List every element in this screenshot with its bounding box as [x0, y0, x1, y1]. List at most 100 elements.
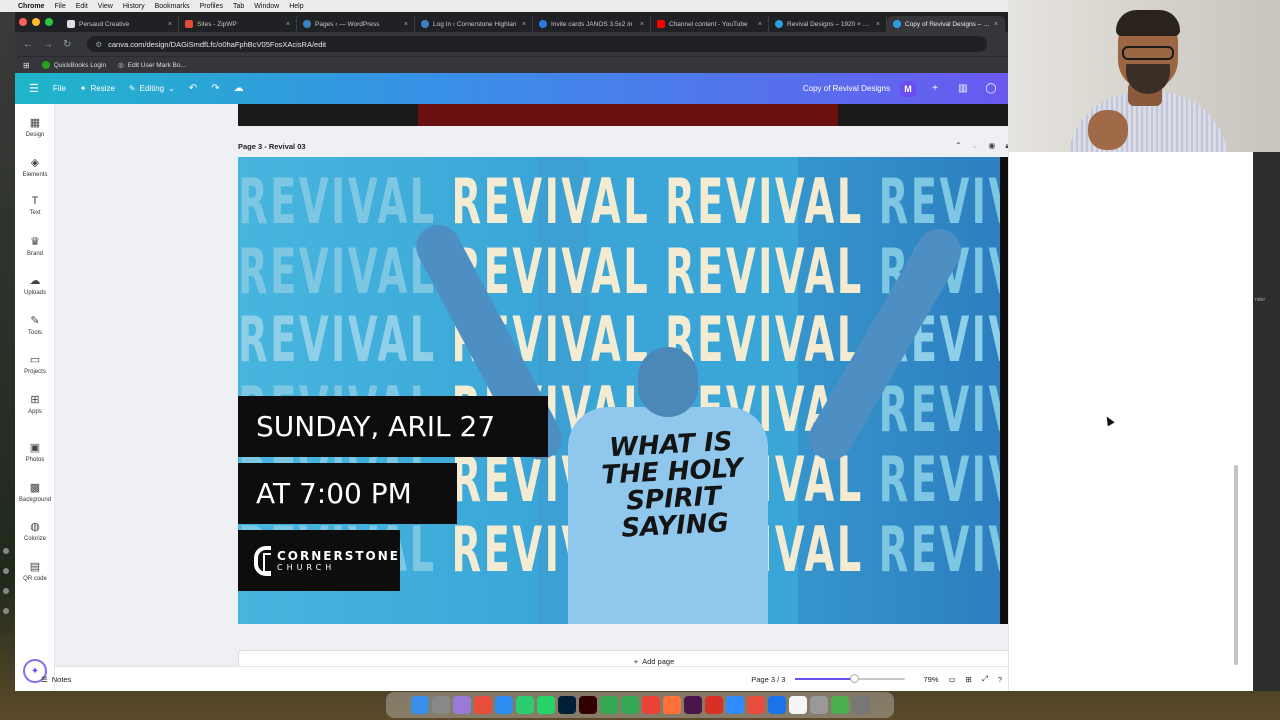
menubar-tab[interactable]: Tab — [233, 3, 244, 10]
illustrator-icon[interactable] — [578, 696, 597, 714]
canvas-workspace[interactable]: Page 3 - Revival 03 ⌃ ⌄ ◉ 🔒︎ REVIVAL REVI… — [55, 104, 1008, 666]
close-tab-icon[interactable]: × — [758, 21, 762, 28]
resize-button[interactable]: ✦ Resize — [80, 84, 115, 93]
menubar-history[interactable]: History — [123, 3, 145, 10]
document-title[interactable]: Copy of Revival Designs — [803, 84, 890, 93]
apps-grid-icon[interactable]: ⊞ — [23, 61, 30, 70]
sidebar-item-uploads[interactable]: ☁ Uploads — [15, 274, 55, 296]
avatar[interactable]: M — [900, 80, 916, 97]
event-time-box[interactable]: AT 7:00 PM — [238, 463, 457, 524]
messages-icon[interactable] — [515, 696, 534, 714]
sidebar-item-design[interactable]: ▦ Design — [15, 116, 55, 138]
editing-mode-button[interactable]: ✎ Editing ⌄ — [129, 84, 175, 93]
back-icon[interactable]: ← — [23, 39, 33, 50]
app-icon[interactable] — [599, 696, 618, 714]
launchpad-icon[interactable] — [452, 696, 471, 714]
close-tab-icon[interactable]: × — [876, 21, 880, 28]
page-title[interactable]: Page 3 - Revival 03 — [238, 142, 306, 151]
add-page-button[interactable]: + Add page — [238, 650, 1008, 666]
close-tab-icon[interactable]: × — [286, 21, 290, 28]
event-date-box[interactable]: SUNDAY, ARIL 27 — [238, 396, 548, 457]
chrome-icon[interactable] — [641, 696, 660, 714]
app-icon[interactable] — [494, 696, 513, 714]
site-info-icon[interactable]: ⚙ — [95, 40, 102, 49]
browser-tab[interactable]: Persaud Creative × — [61, 16, 179, 32]
sidebar-item-background[interactable]: ▩ Background — [15, 481, 55, 503]
app-rail-icon[interactable] — [3, 588, 9, 594]
app-icon[interactable] — [809, 696, 828, 714]
trash-icon[interactable] — [851, 696, 870, 714]
whatsapp-icon[interactable] — [536, 696, 555, 714]
notes-view-icon[interactable]: ▭ — [948, 675, 955, 684]
shirt-slogan[interactable]: WHAT IS THE HOLY SPIRIT SAYING — [595, 427, 750, 544]
browser-tab[interactable]: Pages ‹ — WordPress × — [297, 16, 415, 32]
comments-icon[interactable]: ◯ — [982, 80, 1000, 98]
browser-tab[interactable]: Sites - ZipWP × — [179, 16, 297, 32]
menubar-edit[interactable]: Edit — [76, 3, 88, 10]
calendar-icon[interactable] — [473, 696, 492, 714]
app-icon[interactable] — [746, 696, 765, 714]
sidebar-item-tools[interactable]: ✎ Tools — [15, 314, 55, 336]
grid-view-icon[interactable]: ⊞ — [966, 675, 972, 684]
sidebar-item-apps[interactable]: ⊞ Apps — [15, 393, 55, 415]
menubar-profiles[interactable]: Profiles — [200, 3, 223, 10]
zoom-level[interactable]: 79% — [923, 675, 938, 684]
close-tab-icon[interactable]: × — [404, 21, 408, 28]
close-window-button[interactable] — [19, 18, 27, 26]
eye-icon[interactable]: ◉ — [988, 141, 995, 151]
file-menu-button[interactable]: File — [53, 84, 66, 93]
app-icon[interactable] — [620, 696, 639, 714]
close-tab-icon[interactable]: × — [168, 21, 172, 28]
sidebar-item-text[interactable]: T Text — [15, 195, 55, 216]
undo-icon[interactable]: ↶ — [189, 83, 197, 94]
notes-button[interactable]: ☰ Notes — [31, 675, 71, 684]
slack-icon[interactable] — [683, 696, 702, 714]
url-field[interactable]: ⚙ canva.com/design/DAGiSmdfLfc/o0haFphBc… — [87, 36, 988, 52]
sidebar-item-colorize[interactable]: ◍ Colorize — [15, 520, 55, 542]
sidebar-item-qr-code[interactable]: ▤ QR code — [15, 560, 55, 582]
add-collaborator-icon[interactable]: + — [926, 80, 944, 98]
sidebar-item-elements[interactable]: ◈ Elements — [15, 156, 55, 178]
church-logo-box[interactable]: CORNERSTONE CHURCH — [238, 530, 400, 591]
zoom-icon[interactable] — [725, 696, 744, 714]
browser-tab[interactable]: Revival Designs – 1920 × 1080 × — [769, 16, 887, 32]
redo-icon[interactable]: ↷ — [211, 83, 219, 94]
sidebar-item-projects[interactable]: ▭ Projects — [15, 353, 55, 375]
reload-icon[interactable]: ↻ — [63, 39, 71, 50]
app-rail-icon[interactable] — [3, 548, 9, 554]
browser-tab[interactable]: Log In ‹ Cornerstone Highlan × — [415, 16, 533, 32]
menubar-file[interactable]: File — [54, 3, 65, 10]
fullscreen-icon[interactable]: ⤢ — [982, 674, 988, 684]
browser-tab-active[interactable]: Copy of Revival Designs – 19 × — [887, 16, 1005, 32]
app-rail-icon[interactable] — [3, 608, 9, 614]
close-tab-icon[interactable]: × — [522, 21, 526, 28]
app-icon[interactable] — [788, 696, 807, 714]
firefox-icon[interactable] — [662, 696, 681, 714]
app-icon[interactable] — [830, 696, 849, 714]
insights-icon[interactable]: ▥ — [954, 80, 972, 98]
menubar-app-name[interactable]: Chrome — [18, 3, 44, 10]
browser-tab[interactable]: Invite cards JANOS 3.5x2 in × — [533, 16, 651, 32]
forward-icon[interactable]: → — [43, 39, 53, 50]
lock-icon[interactable]: 🔒︎ — [1005, 141, 1008, 151]
menubar-view[interactable]: View — [98, 3, 113, 10]
main-menu-icon[interactable]: ☰ — [29, 82, 39, 95]
zoom-slider[interactable] — [795, 674, 906, 683]
help-icon[interactable]: ? — [998, 675, 1002, 684]
cloud-save-icon[interactable]: ☁ — [234, 83, 244, 94]
close-tab-icon[interactable]: × — [640, 21, 644, 28]
finder-icon[interactable] — [410, 696, 429, 714]
photoshop-icon[interactable] — [557, 696, 576, 714]
bookmark-quickbooks[interactable]: QuickBooks Login — [41, 61, 106, 69]
acrobat-icon[interactable] — [704, 696, 723, 714]
sidebar-item-brand[interactable]: ♛ Brand — [15, 235, 55, 257]
zoom-slider-handle[interactable] — [849, 674, 859, 683]
sidebar-item-photos[interactable]: ▣ Photos — [15, 441, 55, 463]
chevron-up-icon[interactable]: ⌃ — [955, 141, 962, 151]
chevron-down-icon[interactable]: ⌄ — [972, 141, 979, 151]
app-rail-icon[interactable] — [3, 568, 9, 574]
menubar-window[interactable]: Window — [254, 3, 279, 10]
minimize-window-button[interactable] — [32, 18, 40, 26]
design-canvas-page[interactable]: REVIVALREVIVALREVIVALREVIVALREVIVAL REVI… — [238, 157, 1008, 624]
page-count[interactable]: Page 3 / 3 — [751, 675, 785, 684]
